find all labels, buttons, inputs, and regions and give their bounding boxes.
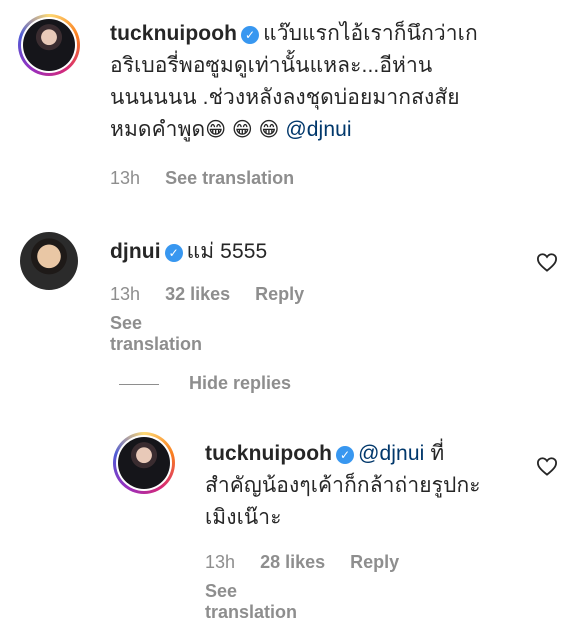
timestamp[interactable]: 13h <box>110 168 140 188</box>
comment-text-line-3: นนนนนน .ช่วงหลังลงชุดบ่อยมากสงสัย <box>110 86 460 109</box>
heart-outline-icon[interactable] <box>536 456 558 476</box>
username-link[interactable]: tucknuipooh <box>205 442 332 465</box>
reply-text-line-1: สำคัญน้องๆเค้าก็กล้าถ่ายรูปกะ <box>205 474 481 497</box>
reply-button[interactable]: Reply <box>350 552 399 572</box>
reply-text-line-2: เมิงเน๊าะ <box>205 506 282 529</box>
verified-check-icon: ✓ <box>164 244 183 262</box>
see-translation-button[interactable]: See translation <box>165 168 294 188</box>
verified-check-icon: ✓ <box>241 26 260 44</box>
comment-text-line-1: แว๊บแรกไอ้เราก็นึกว่าเก <box>263 22 478 45</box>
reply-meta: 13h 28 likes Reply <box>205 552 419 573</box>
comment-text-line-4: หมดคำพูด <box>110 118 206 141</box>
comment-text-line-2: อริเบอรี่พอซูมดูเท่านั้นแหละ...อีห่าน <box>110 54 433 77</box>
hide-replies-button[interactable]: Hide replies <box>119 373 291 394</box>
mention-link[interactable]: @djnui <box>285 118 351 141</box>
likes-count[interactable]: 28 likes <box>260 552 325 572</box>
comment-body: djnui ✓ แม่ 5555 <box>110 236 530 268</box>
mention-link[interactable]: @djnui <box>358 442 424 465</box>
see-translation-button[interactable]: See translation <box>110 313 202 355</box>
comment-meta: 13h 32 likes Reply <box>110 284 324 305</box>
likes-count[interactable]: 32 likes <box>165 284 230 304</box>
avatar-tucknuipooh[interactable] <box>18 14 80 76</box>
avatar-djnui[interactable] <box>20 232 78 290</box>
timestamp[interactable]: 13h <box>110 284 140 304</box>
username-link[interactable]: tucknuipooh <box>110 22 237 45</box>
emoji-grin-icon: 😁 😁 😁 <box>205 119 280 141</box>
heart-outline-icon[interactable] <box>536 252 558 272</box>
verified-check-icon: ✓ <box>336 446 355 464</box>
reply-button[interactable]: Reply <box>255 284 304 304</box>
comment-text: แม่ 5555 <box>186 240 268 263</box>
comment-body: tucknuipooh ✓ แว๊บแรกไอ้เราก็นึกว่าเก อริเ… <box>110 18 550 146</box>
timestamp[interactable]: 13h <box>205 552 235 572</box>
divider-line <box>119 383 159 385</box>
reply-text-first: ที่ <box>430 442 445 465</box>
comment-meta: 13h See translation <box>110 168 314 189</box>
hide-replies-label: Hide replies <box>189 373 292 393</box>
avatar-tucknuipooh[interactable] <box>113 432 175 494</box>
reply-body: tucknuipooh ✓ @djnui ที่ สำคัญน้องๆเค้าก็ก… <box>205 438 525 534</box>
username-link[interactable]: djnui <box>110 240 161 263</box>
